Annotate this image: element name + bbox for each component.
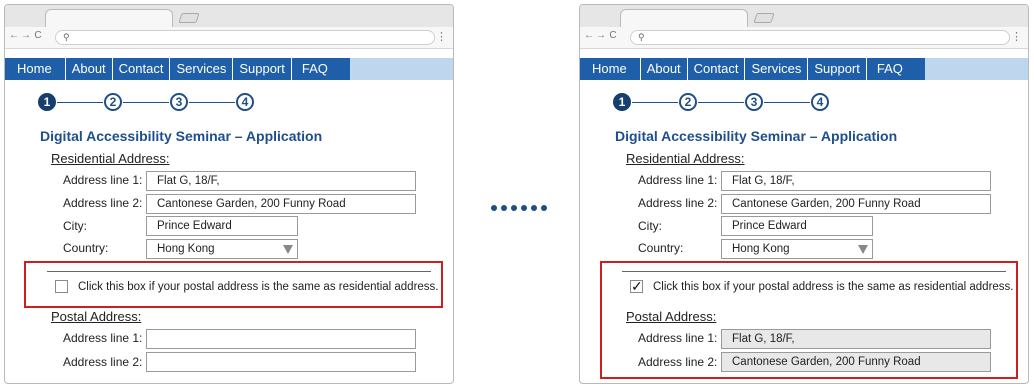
browser-menu-icon[interactable]: ⋮	[1011, 30, 1022, 44]
search-icon: ⚲	[63, 32, 70, 42]
postal-address-heading: Postal Address:	[51, 309, 142, 324]
address-line-2-label: Address line 2:	[638, 196, 718, 210]
nav-faq[interactable]: FAQ	[292, 58, 334, 80]
browser-tab[interactable]	[620, 9, 748, 27]
nav-home[interactable]: Home	[580, 58, 641, 80]
search-icon: ⚲	[638, 32, 645, 42]
forward-icon[interactable]: →	[21, 30, 33, 41]
step-2: 2	[104, 93, 122, 111]
address-line-1-label: Address line 1:	[638, 173, 718, 187]
nav-support[interactable]: Support	[808, 58, 867, 80]
highlight-box	[24, 261, 443, 308]
browser-tab[interactable]	[45, 9, 173, 27]
dropdown-arrow-icon[interactable]	[858, 245, 868, 254]
browser-toolbar: ←→C ⚲ ⋮	[580, 27, 1028, 49]
city-label: City:	[63, 219, 87, 233]
nav-faq[interactable]: FAQ	[867, 58, 909, 80]
back-icon[interactable]: ←	[9, 30, 21, 41]
tab-strip	[5, 5, 453, 27]
dropdown-arrow-icon[interactable]	[283, 245, 293, 254]
step-3: 3	[745, 93, 763, 111]
transition-ellipsis	[491, 205, 551, 211]
browser-menu-icon[interactable]: ⋮	[436, 30, 447, 44]
nav-about[interactable]: About	[66, 58, 113, 80]
step-4: 4	[236, 93, 254, 111]
reload-icon[interactable]: C	[33, 30, 45, 41]
residential-address-line-2-input[interactable]: Cantonese Garden, 200 Funny Road	[146, 194, 416, 214]
dot	[501, 205, 507, 211]
tab-strip	[580, 5, 1028, 27]
reload-icon[interactable]: C	[608, 30, 620, 41]
step-connector	[57, 101, 103, 103]
site-navbar: Home About Contact Services Support FAQ	[580, 58, 1028, 80]
postal-address-line-1-label: Address line 1:	[63, 331, 143, 345]
country-select-value: Hong Kong	[157, 243, 215, 255]
nav-support[interactable]: Support	[233, 58, 292, 80]
highlight-box	[600, 261, 1018, 379]
address-line-2-label: Address line 2:	[63, 196, 143, 210]
browser-window-after: ←→C ⚲ ⋮ Home About Contact Services Supp…	[579, 4, 1029, 384]
nav-about[interactable]: About	[641, 58, 688, 80]
back-icon[interactable]: ←	[584, 30, 596, 41]
postal-address-line-1-input[interactable]	[146, 329, 416, 349]
city-label: City:	[638, 219, 662, 233]
step-connector	[698, 101, 744, 103]
residential-address-heading: Residential Address:	[51, 151, 170, 166]
nav-contact[interactable]: Contact	[688, 58, 746, 80]
address-bar[interactable]: ⚲	[55, 30, 435, 45]
step-3: 3	[170, 93, 188, 111]
country-select[interactable]: Hong Kong	[146, 239, 298, 259]
browser-toolbar: ←→C ⚲ ⋮	[5, 27, 453, 49]
nav-contact[interactable]: Contact	[113, 58, 171, 80]
dot	[541, 205, 547, 211]
progress-steps: 1 2 3 4	[38, 92, 254, 112]
address-line-1-label: Address line 1:	[63, 173, 143, 187]
step-connector	[189, 101, 235, 103]
forward-icon[interactable]: →	[596, 30, 608, 41]
city-input[interactable]: Prince Edward	[721, 216, 873, 236]
country-label: Country:	[63, 241, 109, 255]
form-title: Digital Accessibility Seminar – Applicat…	[40, 128, 323, 144]
dot	[491, 205, 497, 211]
nav-services[interactable]: Services	[170, 58, 234, 80]
form-title: Digital Accessibility Seminar – Applicat…	[615, 128, 898, 144]
dot	[511, 205, 517, 211]
country-select[interactable]: Hong Kong	[721, 239, 873, 259]
residential-address-line-2-input[interactable]: Cantonese Garden, 200 Funny Road	[721, 194, 991, 214]
step-connector	[764, 101, 810, 103]
browser-window-before: ←→C ⚲ ⋮ Home About Contact Services Supp…	[4, 4, 454, 384]
step-connector	[632, 101, 678, 103]
residential-address-heading: Residential Address:	[626, 151, 745, 166]
city-input[interactable]: Prince Edward	[146, 216, 298, 236]
dot	[531, 205, 537, 211]
nav-home[interactable]: Home	[5, 58, 66, 80]
residential-address-line-1-input[interactable]: Flat G, 18/F,	[146, 171, 416, 191]
postal-address-line-2-input[interactable]	[146, 352, 416, 372]
step-2: 2	[679, 93, 697, 111]
step-connector	[123, 101, 169, 103]
residential-address-line-1-input[interactable]: Flat G, 18/F,	[721, 171, 991, 191]
address-bar[interactable]: ⚲	[630, 30, 1010, 45]
site-navbar: Home About Contact Services Support FAQ	[5, 58, 453, 80]
step-4: 4	[811, 93, 829, 111]
step-1: 1	[38, 93, 56, 111]
postal-address-line-2-label: Address line 2:	[63, 355, 143, 369]
nav-services[interactable]: Services	[745, 58, 809, 80]
new-tab-button[interactable]	[753, 13, 775, 23]
step-1: 1	[613, 93, 631, 111]
browser-nav-buttons: ←→C	[9, 30, 45, 41]
country-select-value: Hong Kong	[732, 243, 790, 255]
progress-steps: 1 2 3 4	[613, 92, 829, 112]
new-tab-button[interactable]	[178, 13, 200, 23]
browser-nav-buttons: ←→C	[584, 30, 620, 41]
dot	[521, 205, 527, 211]
country-label: Country:	[638, 241, 684, 255]
